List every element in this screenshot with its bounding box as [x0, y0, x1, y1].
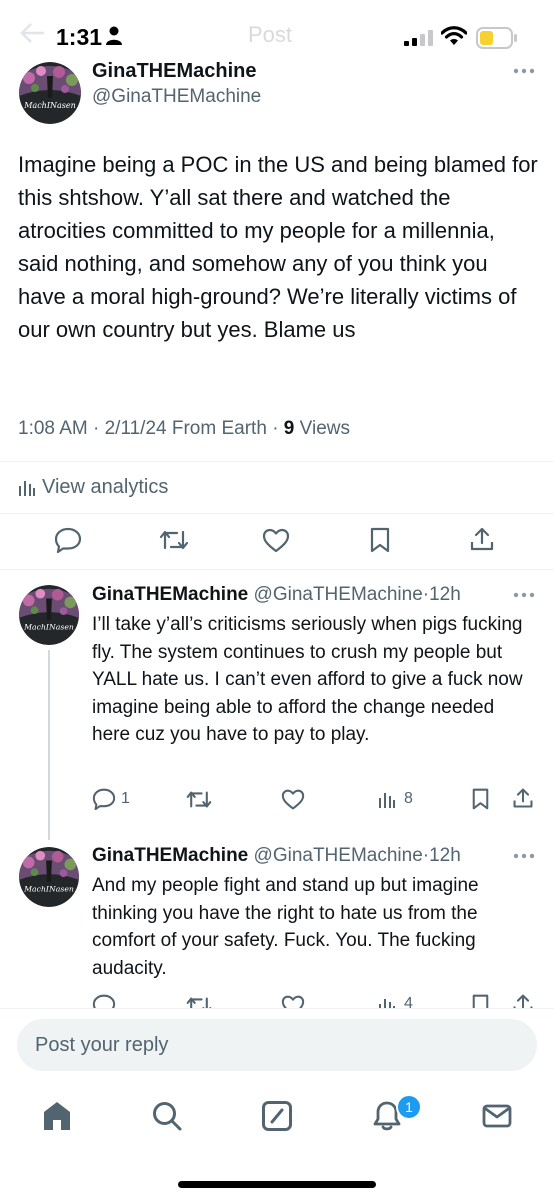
reply-count: 1 — [121, 790, 130, 807]
reply-author-name[interactable]: GinaTHEMachine — [92, 584, 248, 605]
reply-header: GinaTHEMachine @GinaTHEMachine·12h — [92, 845, 461, 867]
reply-composer — [0, 1008, 554, 1083]
avatar-image: MachINasen — [19, 585, 79, 645]
divider — [0, 513, 554, 514]
meta-separator: · — [272, 418, 284, 439]
reply-text: I’ll take y’all’s criticisms seriously w… — [92, 614, 523, 745]
views-label: Views — [299, 418, 350, 439]
main-author-handle[interactable]: @GinaTHEMachine — [92, 86, 261, 108]
status-time: 1:31 — [56, 24, 103, 50]
avatar-image: MachINasen — [19, 847, 79, 907]
divider — [0, 461, 554, 462]
reply-icon[interactable] — [54, 527, 82, 553]
view-analytics-label: View analytics — [42, 476, 169, 498]
repost-icon[interactable] — [186, 789, 212, 810]
messages-mail-icon[interactable] — [481, 1100, 513, 1132]
wifi-icon — [441, 26, 467, 45]
main-author-name[interactable]: GinaTHEMachine — [92, 60, 256, 83]
avatar[interactable]: MachINasen — [19, 847, 79, 907]
back-arrow-icon[interactable] — [20, 22, 46, 44]
share-icon[interactable] — [469, 526, 495, 552]
tweet-source: From Earth — [171, 418, 267, 439]
like-icon[interactable] — [262, 528, 290, 554]
battery-icon — [476, 27, 517, 49]
home-indicator[interactable] — [178, 1181, 376, 1188]
bookmark-icon[interactable] — [471, 788, 490, 810]
repost-icon[interactable] — [159, 528, 189, 552]
reply-time[interactable]: 12h — [429, 845, 461, 866]
avatar[interactable]: MachINasen — [19, 62, 81, 124]
avatar[interactable]: MachINasen — [19, 585, 79, 645]
view-analytics-link[interactable]: View analytics — [18, 476, 168, 499]
tweet-date: 2/11/24 — [104, 418, 167, 439]
more-options-icon[interactable] — [513, 68, 535, 74]
avatar-logo-text: MachINasen — [23, 885, 74, 894]
like-icon[interactable] — [281, 789, 305, 811]
bookmark-icon[interactable] — [369, 527, 391, 553]
views-icon[interactable] — [377, 790, 397, 808]
reply-header: GinaTHEMachine @GinaTHEMachine·12h — [92, 584, 461, 606]
tweet-time: 1:08 AM — [18, 418, 88, 439]
share-icon[interactable] — [512, 787, 534, 809]
avatar-logo-text: MachINasen — [23, 623, 74, 632]
reply-author-handle[interactable]: @GinaTHEMachine — [254, 584, 423, 605]
status-bar: 1:31 Post — [0, 0, 554, 62]
more-options-icon[interactable] — [513, 592, 535, 598]
tweet-metadata: 1:08 AM · 2/11/24 From Earth · 9 Views — [18, 418, 350, 440]
search-icon[interactable] — [151, 1100, 183, 1132]
grok-icon[interactable] — [261, 1100, 293, 1132]
analytics-icon — [19, 481, 35, 496]
avatar-image: MachINasen — [19, 62, 81, 124]
reply-input[interactable] — [17, 1019, 537, 1071]
reply-icon[interactable] — [92, 788, 116, 810]
person-icon — [106, 26, 122, 45]
main-tweet-text: Imagine being a POC in the US and being … — [18, 152, 538, 342]
reply-text: And my people fight and stand up but ima… — [92, 875, 479, 979]
cellular-signal-icon — [404, 30, 433, 46]
home-icon[interactable] — [41, 1100, 73, 1132]
more-options-icon[interactable] — [513, 853, 535, 859]
thread-connector — [48, 650, 50, 840]
notification-badge: 1 — [396, 1094, 422, 1120]
view-count: 8 — [404, 790, 413, 807]
reply-author-name[interactable]: GinaTHEMachine — [92, 845, 248, 866]
avatar-logo-text: MachINasen — [23, 101, 76, 110]
faded-page-title: Post — [248, 22, 293, 47]
reply-time[interactable]: 12h — [429, 584, 461, 605]
reply-author-handle[interactable]: @GinaTHEMachine — [254, 845, 423, 866]
divider — [0, 569, 554, 570]
meta-separator: · — [93, 418, 105, 439]
views-count: 9 — [283, 418, 295, 439]
